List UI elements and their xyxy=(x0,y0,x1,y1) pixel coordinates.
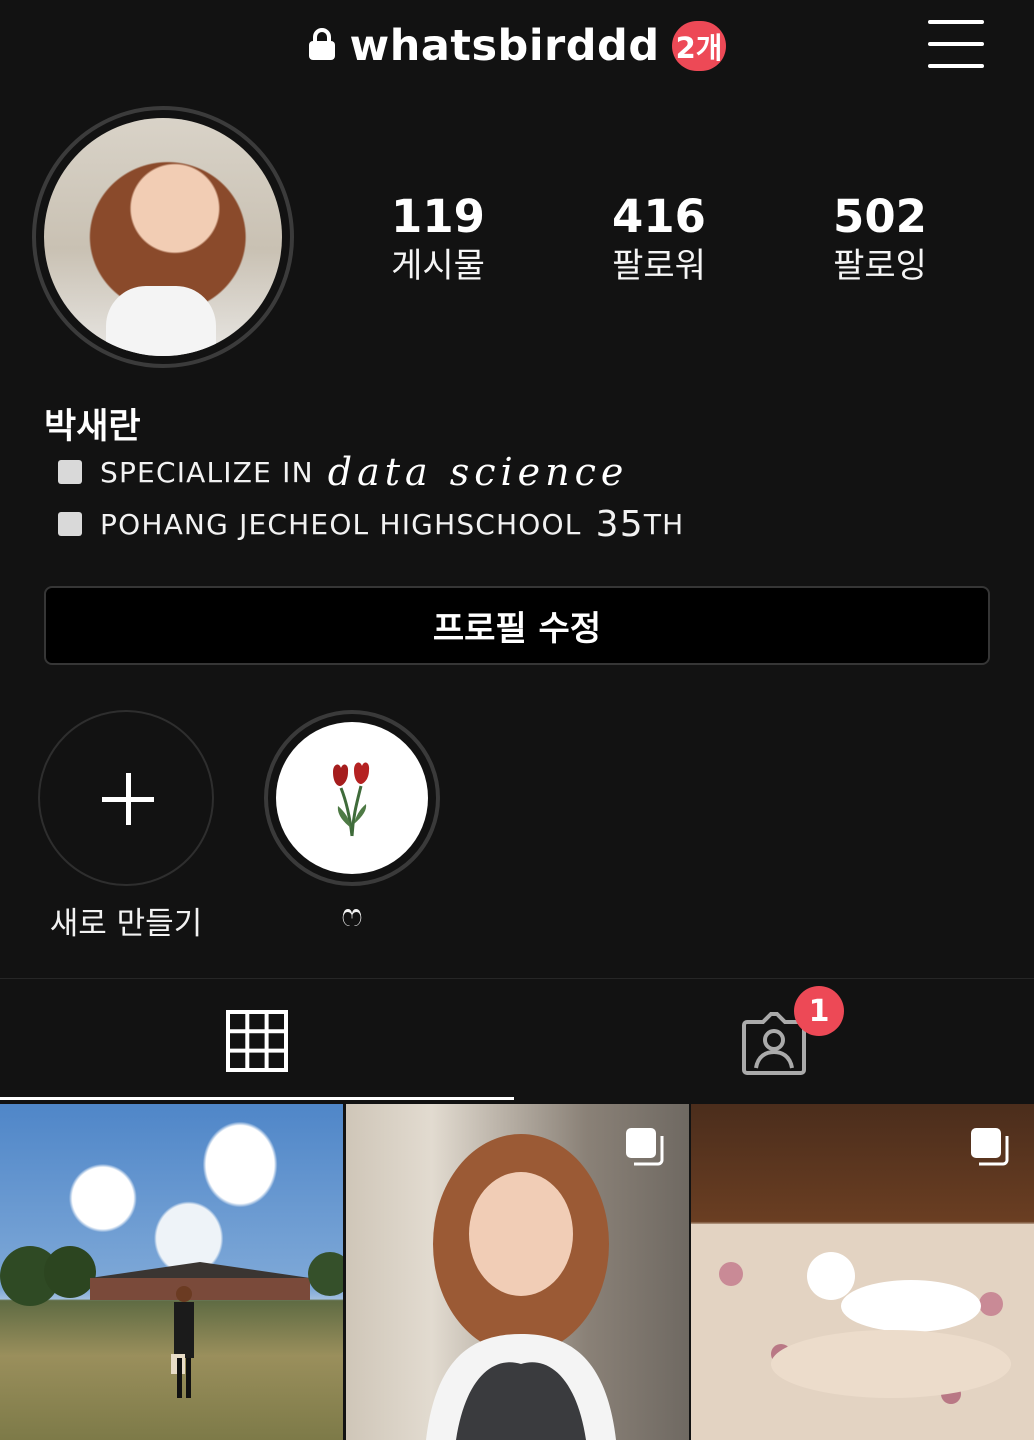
bio-script-text: data science xyxy=(327,450,629,494)
posts-count[interactable]: 119 게시물 xyxy=(348,190,528,288)
profile-name: 박새란 xyxy=(44,407,141,447)
highlight-circle[interactable] xyxy=(264,710,440,886)
bio-text: POHANG JECHEOL HIGHSCHOOL xyxy=(100,507,582,541)
new-highlight[interactable]: 새로 만들기 xyxy=(38,710,214,943)
account-notification-badge: 2개 xyxy=(671,21,727,71)
bio-number: 35 xyxy=(595,503,644,545)
tagged-notification-badge: 1 xyxy=(794,986,844,1036)
multiple-photos-icon xyxy=(971,1128,1009,1166)
edit-profile-button[interactable]: 프로필 수정 xyxy=(44,586,990,665)
stat-value: 416 xyxy=(612,190,706,243)
stat-label: 게시물 xyxy=(391,246,485,286)
stat-value: 119 xyxy=(391,190,485,243)
bio-line-1: SPECIALIZE IN data science xyxy=(58,448,628,496)
stat-value: 502 xyxy=(833,190,927,243)
bio-line-2: POHANG JECHEOL HIGHSCHOOL 35 TH xyxy=(58,500,684,548)
post-sofa-dog xyxy=(691,1224,1034,1440)
multiple-photos-icon xyxy=(626,1128,664,1166)
username: whatsbirddd xyxy=(349,21,660,71)
tab-grid[interactable] xyxy=(0,980,517,1098)
bio-text: SPECIALIZE IN xyxy=(100,455,314,489)
tabs-divider xyxy=(0,978,1034,979)
square-bullet-icon xyxy=(58,512,82,536)
square-bullet-icon xyxy=(58,460,82,484)
stat-label: 팔로워 xyxy=(612,246,706,286)
new-highlight-circle[interactable] xyxy=(38,710,214,886)
followers-count[interactable]: 416 팔로워 xyxy=(569,190,749,288)
grid-icon xyxy=(226,1010,288,1072)
post-portrait xyxy=(426,1134,616,1440)
following-count[interactable]: 502 팔로잉 xyxy=(790,190,970,288)
post-thumbnail[interactable] xyxy=(346,1104,689,1440)
avatar[interactable] xyxy=(44,118,282,356)
highlight-label: 새로 만들기 xyxy=(49,906,203,942)
active-tab-indicator xyxy=(0,1097,514,1100)
top-bar: whatsbirddd 2개 xyxy=(0,0,1034,92)
account-switcher[interactable]: whatsbirddd 2개 xyxy=(0,14,1034,78)
post-person xyxy=(171,1286,194,1398)
tulip-icon xyxy=(333,762,370,837)
tab-tagged[interactable] xyxy=(517,980,1034,1098)
stat-label: 팔로잉 xyxy=(833,246,927,286)
highlight-label: ෆ xyxy=(341,898,363,934)
bio-suffix: TH xyxy=(643,507,685,541)
highlight-tulip[interactable]: ෆ xyxy=(264,710,440,935)
hamburger-menu-icon[interactable] xyxy=(926,18,986,70)
post-thumbnail[interactable] xyxy=(0,1104,343,1440)
post-thumbnail[interactable] xyxy=(691,1104,1034,1440)
lock-icon xyxy=(308,28,335,60)
